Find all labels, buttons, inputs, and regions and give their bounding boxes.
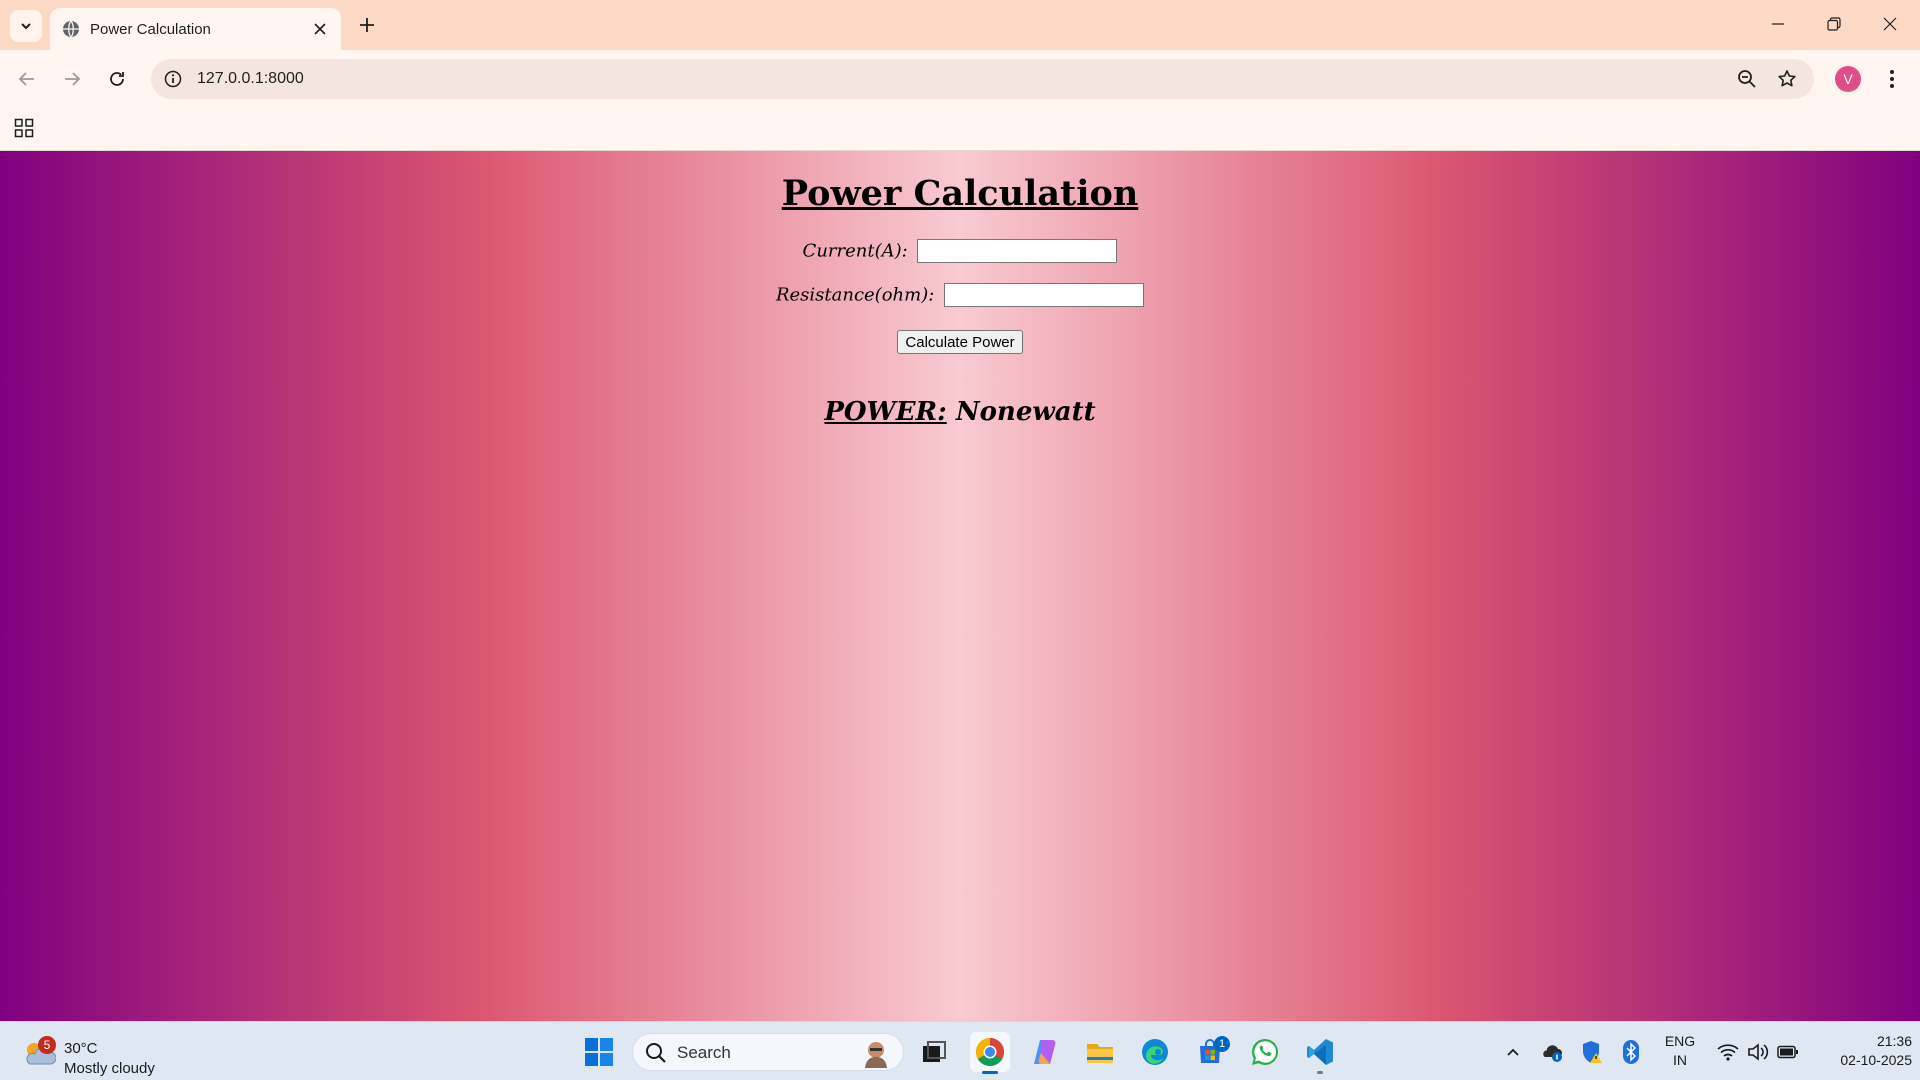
arrow-right-icon <box>65 72 81 86</box>
search-placeholder: Search <box>677 1043 731 1062</box>
volume-tray[interactable] <box>1744 1032 1772 1072</box>
calculate-power-button[interactable]: Calculate Power <box>897 330 1023 354</box>
taskbar-copilot[interactable] <box>1025 1032 1065 1072</box>
resistance-row: Resistance(ohm): <box>0 283 1920 307</box>
profile-avatar[interactable]: V <box>1835 66 1861 92</box>
zoom-icon[interactable] <box>1734 66 1760 92</box>
restore-button[interactable] <box>1806 0 1862 48</box>
browser-menu-button[interactable] <box>1880 63 1904 95</box>
taskbar-edge[interactable] <box>1135 1032 1175 1072</box>
task-view-button[interactable] <box>914 1032 954 1072</box>
start-button[interactable] <box>579 1032 619 1072</box>
minimize-icon <box>1772 23 1784 25</box>
language-indicator[interactable]: ENG IN <box>1660 1032 1700 1070</box>
windows-start-icon <box>585 1038 613 1066</box>
weather-widget[interactable]: 5 30°C Mostly cloudy <box>18 1030 198 1077</box>
taskbar-chrome[interactable] <box>970 1032 1010 1074</box>
page-title: Power Calculation <box>781 173 1139 214</box>
arrow-left-icon <box>18 72 34 86</box>
power-result-value: Nonewatt <box>955 397 1096 427</box>
close-tab-button[interactable] <box>309 18 331 40</box>
apps-button[interactable] <box>12 116 36 140</box>
resistance-input[interactable] <box>944 283 1145 307</box>
clock-time: 21:36 <box>1876 1033 1912 1049</box>
system-clock[interactable]: 21:36 02-10-2025 <box>1808 1032 1912 1070</box>
more-vertical-icon <box>1890 70 1894 88</box>
language-code: ENG <box>1664 1033 1696 1049</box>
windows-taskbar: 5 30°C Mostly cloudy Search 1 ENG IN 21:… <box>0 1021 1920 1080</box>
current-row: Current(A): <box>0 239 1920 263</box>
taskbar-store[interactable]: 1 <box>1190 1032 1230 1072</box>
taskbar-file-explorer[interactable] <box>1080 1032 1120 1072</box>
close-window-button[interactable] <box>1862 0 1918 48</box>
close-icon <box>1883 17 1897 31</box>
reload-icon <box>110 72 124 86</box>
battery-icon <box>1777 1045 1798 1059</box>
power-result-label: POWER: <box>824 397 947 427</box>
task-view-icon <box>923 1041 946 1062</box>
close-icon <box>314 23 326 35</box>
plus-icon <box>360 18 374 32</box>
url-text[interactable]: 127.0.0.1:8000 <box>197 70 304 88</box>
chevron-up-icon <box>1507 1048 1519 1056</box>
current-label: Current(A): <box>802 240 908 262</box>
active-indicator <box>982 1071 998 1074</box>
battery-tray[interactable] <box>1774 1032 1802 1072</box>
bluetooth-icon <box>1623 1040 1639 1064</box>
chrome-icon <box>976 1038 1004 1066</box>
current-input[interactable] <box>917 239 1118 263</box>
vscode-icon <box>1307 1039 1333 1065</box>
cloud-sync-icon <box>1543 1045 1562 1062</box>
reload-button[interactable] <box>100 62 134 96</box>
new-tab-button[interactable] <box>352 10 382 40</box>
wifi-tray[interactable] <box>1714 1032 1742 1072</box>
store-notification-badge: 1 <box>1214 1036 1230 1052</box>
onedrive-tray[interactable] <box>1538 1032 1566 1072</box>
browser-tab-strip: Power Calculation <box>0 0 1920 50</box>
browser-toolbar: 127.0.0.1:8000 <box>0 50 1920 108</box>
chevron-down-icon <box>21 23 31 30</box>
bookmarks-bar <box>0 108 1920 151</box>
site-info-icon[interactable] <box>161 67 185 91</box>
bluetooth-tray[interactable] <box>1618 1032 1644 1072</box>
taskbar-whatsapp[interactable] <box>1245 1032 1285 1072</box>
temperature: 30°C <box>64 1040 98 1057</box>
search-highlight-icon <box>865 1042 887 1068</box>
speaker-icon <box>1748 1043 1769 1061</box>
region-code: IN <box>1673 1052 1687 1068</box>
minimize-button[interactable] <box>1750 0 1806 48</box>
weather-condition: Mostly cloudy <box>64 1060 155 1077</box>
bookmark-star-icon[interactable] <box>1774 66 1800 92</box>
tab-title: Power Calculation <box>90 21 211 38</box>
taskbar-vscode[interactable] <box>1300 1032 1340 1074</box>
globe-icon <box>63 20 79 38</box>
button-row: Calculate Power <box>0 330 1920 354</box>
back-button[interactable] <box>10 62 44 96</box>
address-bar[interactable]: 127.0.0.1:8000 <box>151 59 1814 99</box>
edge-icon <box>1142 1039 1168 1065</box>
forward-button[interactable] <box>55 62 89 96</box>
tab-power-calculation[interactable]: Power Calculation <box>50 8 341 50</box>
running-indicator <box>1317 1071 1323 1074</box>
copilot-icon <box>1034 1040 1056 1064</box>
whatsapp-icon <box>1252 1039 1279 1065</box>
weather-alert-badge: 5 <box>38 1036 56 1054</box>
grid-icon <box>14 118 34 138</box>
show-hidden-icons-button[interactable] <box>1500 1032 1526 1072</box>
resistance-label: Resistance(ohm): <box>775 284 935 306</box>
shield-warning-icon <box>1583 1041 1602 1063</box>
search-icon <box>646 1043 666 1063</box>
tab-search-button[interactable] <box>10 10 42 42</box>
file-explorer-icon <box>1087 1044 1113 1063</box>
wifi-icon <box>1717 1044 1739 1061</box>
restore-icon <box>1827 17 1841 31</box>
security-tray[interactable] <box>1578 1032 1606 1072</box>
clock-date: 02-10-2025 <box>1840 1052 1912 1068</box>
power-result: POWER: Nonewatt <box>0 397 1920 427</box>
taskbar-search[interactable]: Search <box>632 1033 904 1071</box>
page-content: Power Calculation Current(A): Resistance… <box>0 151 1920 1021</box>
